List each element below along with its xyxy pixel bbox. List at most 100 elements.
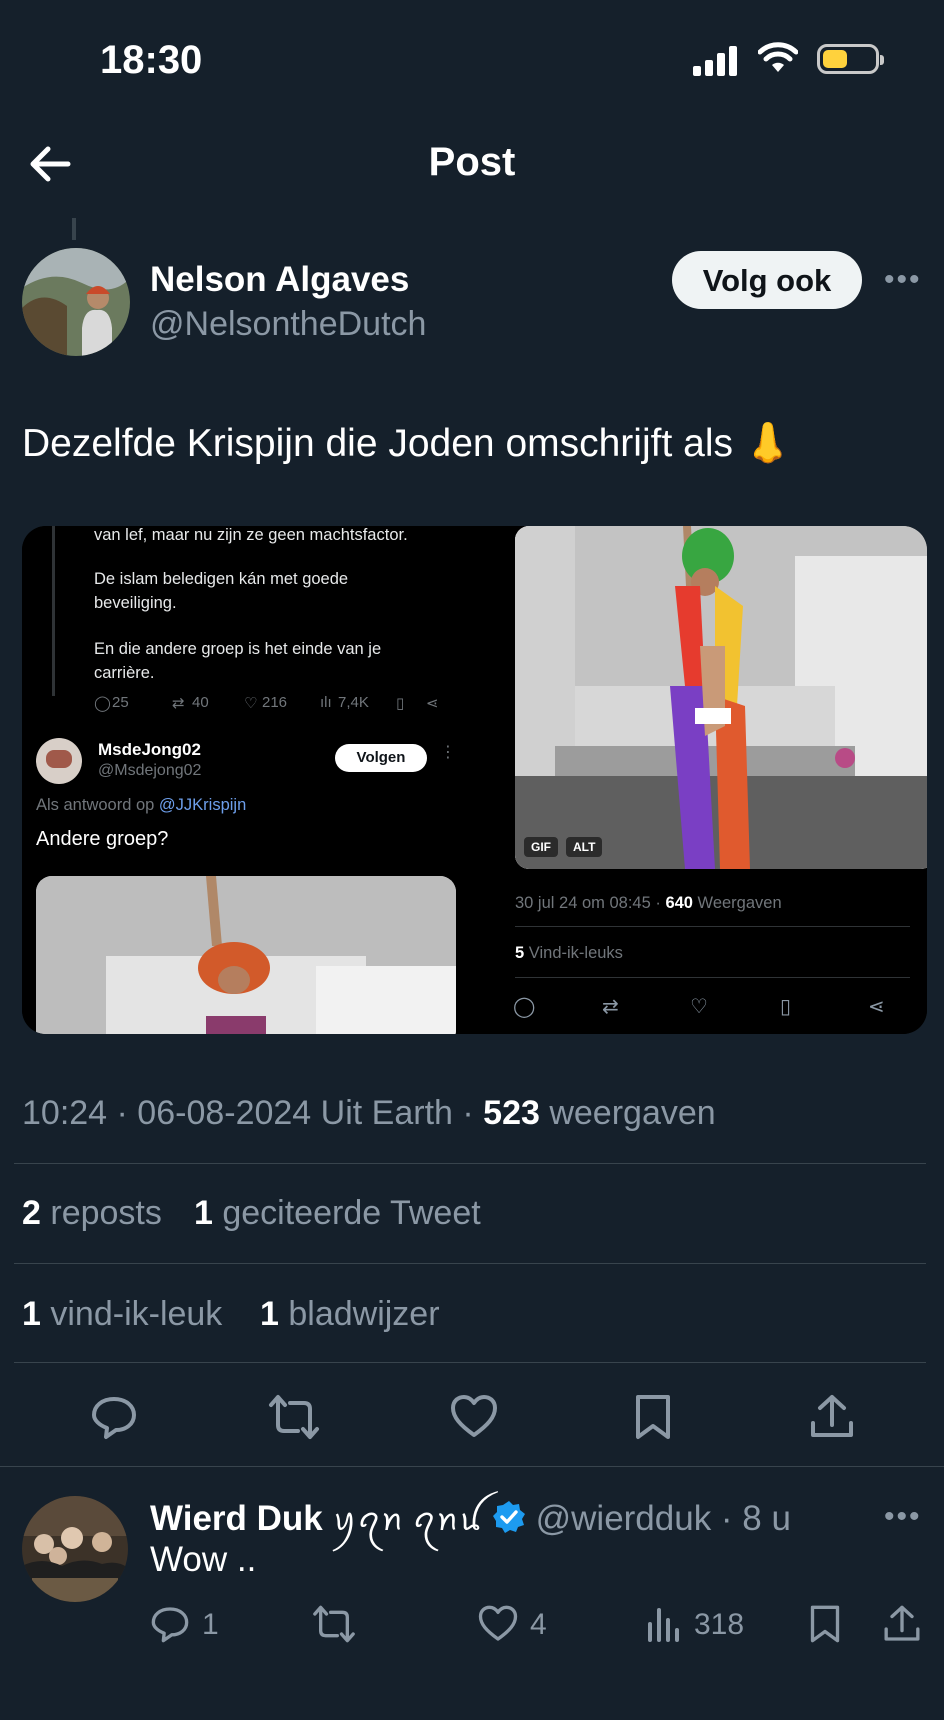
reply-icon[interactable] bbox=[90, 1393, 138, 1441]
stat-views: 7,4K bbox=[338, 694, 369, 711]
repost-icon[interactable] bbox=[268, 1393, 320, 1441]
share-icon[interactable] bbox=[808, 1393, 856, 1441]
media-image-left[interactable]: van lef, maar nu zijn ze geen machtsfact… bbox=[22, 526, 468, 1034]
author-avatar[interactable] bbox=[22, 248, 130, 356]
tweet-meta: 10:24 · 06-08-2024 Uit Earth · 523 weerg… bbox=[22, 1094, 716, 1133]
divider bbox=[0, 1466, 944, 1467]
reposts-label: reposts bbox=[40, 1194, 162, 1232]
reply-text: Andere groep? bbox=[36, 828, 169, 850]
quoted-line-2: De islam beledigen kán met goede bbox=[94, 570, 349, 588]
quoted-stats: ◯ 25 ⇄ 40 ♡ 216 ılı 7,4K ▯ ⋖ bbox=[94, 694, 474, 716]
quoted-views-count: 640 bbox=[665, 894, 693, 912]
reply-name: MsdeJong02 bbox=[98, 740, 201, 759]
reply-like-icon[interactable] bbox=[478, 1604, 518, 1644]
bookmark-icon[interactable] bbox=[633, 1393, 673, 1441]
reply-bookmark-icon[interactable] bbox=[808, 1604, 842, 1644]
stat-reposts: 40 bbox=[192, 694, 209, 711]
quoted-date-line: 30 jul 24 om 08:45 · 640 Weergaven bbox=[515, 894, 782, 913]
bookmarks-count: 1 bbox=[260, 1295, 279, 1333]
likes-label: vind-ik-leuk bbox=[40, 1295, 223, 1333]
reply-text: Wow .. bbox=[150, 1540, 257, 1579]
divider bbox=[14, 1362, 926, 1363]
verified-badge-icon bbox=[492, 1501, 525, 1533]
reply-author-avatar[interactable] bbox=[22, 1496, 128, 1602]
reply-author-handle-time: @wierdduk · 8 u bbox=[535, 1499, 791, 1538]
tweet-timestamp: 10:24 · 06-08-2024 Uit Earth · bbox=[22, 1094, 484, 1132]
quoted-line-5: carrière. bbox=[94, 664, 155, 682]
reply-to-handle: @JJKrispijn bbox=[158, 796, 247, 814]
divider bbox=[14, 1263, 926, 1264]
status-time: 18:30 bbox=[100, 38, 203, 82]
repost-icon: ⇄ bbox=[172, 695, 185, 712]
divider bbox=[14, 1163, 926, 1164]
quoted-line-1: van lef, maar nu zijn ze geen machtsfact… bbox=[94, 526, 408, 544]
reply-like-count: 4 bbox=[530, 1608, 547, 1641]
reply-repost-icon[interactable] bbox=[312, 1604, 356, 1644]
comment-icon: ◯ bbox=[94, 695, 111, 712]
reply-more-options-icon[interactable]: ••• bbox=[884, 1500, 922, 1534]
reply-to-line: Als antwoord op @JJKrispijn bbox=[36, 796, 246, 815]
bookmarks-label: bladwijzer bbox=[278, 1295, 440, 1333]
media-image-right[interactable]: GIF ALT 30 jul 24 om 08:45 · 640 Weergav… bbox=[480, 526, 927, 1034]
engagement-bookmarks[interactable]: 1 bladwijzer bbox=[260, 1295, 440, 1334]
quoted-action-bar: ◯ ⇄ ♡ ▯ ⋖ bbox=[480, 994, 927, 1024]
like-icon-small: ♡ bbox=[690, 996, 708, 1018]
page-title: Post bbox=[428, 140, 516, 184]
author-handle[interactable]: @NelsontheDutch bbox=[150, 305, 426, 344]
stat-likes: 216 bbox=[262, 694, 288, 711]
quoted-line-3: beveiliging. bbox=[94, 594, 177, 612]
views-icon: ılı bbox=[320, 694, 332, 711]
quoted-divider-2 bbox=[515, 977, 910, 978]
alt-badge: ALT bbox=[566, 837, 603, 857]
engagement-likes[interactable]: 1 vind-ik-leuk bbox=[22, 1295, 222, 1334]
gif-thumbnail bbox=[515, 526, 927, 869]
quotes-label: geciteerde Tweet bbox=[212, 1194, 481, 1232]
share-icon: ⋖ bbox=[426, 695, 439, 712]
signal-icon bbox=[693, 46, 739, 76]
engagement-quotes[interactable]: 1 geciteerde Tweet bbox=[194, 1194, 481, 1233]
reply-icon-small: ◯ bbox=[513, 996, 536, 1018]
reply-share-icon[interactable] bbox=[882, 1604, 922, 1644]
reply-gif-thumbnail bbox=[36, 876, 456, 1034]
quoted-likes-count: 5 bbox=[515, 944, 525, 962]
follow-button-small: Volgen bbox=[335, 744, 427, 772]
more-icon-small: ⋮ bbox=[440, 744, 456, 761]
reply-avatar bbox=[36, 738, 82, 784]
reply-author-name-extra: ꪗꪖꪀ ꪖꪀꪊ bbox=[332, 1502, 483, 1537]
bookmark-icon-small: ▯ bbox=[780, 996, 792, 1018]
quoted-likes-label: Vind-ik-leuks bbox=[524, 944, 623, 962]
views-label: weergaven bbox=[539, 1094, 716, 1132]
quoted-views-label: Weergaven bbox=[692, 894, 782, 912]
repost-icon-small: ⇄ bbox=[602, 996, 619, 1018]
media-grid[interactable]: van lef, maar nu zijn ze geen machtsfact… bbox=[22, 526, 927, 1034]
reply-author-name: Wierd Duk bbox=[150, 1499, 323, 1538]
reply-view-count: 318 bbox=[694, 1608, 745, 1641]
more-options-icon[interactable]: ••• bbox=[884, 263, 922, 297]
tweet-text: Dezelfde Krispijn die Joden omschrijft a… bbox=[22, 422, 793, 465]
quoted-date: 30 jul 24 om 08:45 · bbox=[515, 894, 666, 912]
thread-line bbox=[72, 218, 76, 240]
engagement-reposts[interactable]: 2 reposts bbox=[22, 1194, 162, 1233]
reply-reply-icon[interactable] bbox=[150, 1604, 190, 1644]
bookmark-icon: ▯ bbox=[396, 695, 405, 712]
wifi-icon bbox=[758, 42, 798, 72]
like-icon[interactable] bbox=[450, 1393, 498, 1441]
stat-replies: 25 bbox=[112, 694, 129, 711]
reply-views-icon[interactable] bbox=[644, 1604, 684, 1644]
gif-badge: GIF bbox=[524, 837, 558, 857]
follow-button[interactable]: Volg ook bbox=[672, 251, 862, 309]
author-name[interactable]: Nelson Algaves bbox=[150, 260, 409, 300]
quoted-likes-line: 5 Vind-ik-leuks bbox=[515, 944, 623, 963]
quotes-count: 1 bbox=[194, 1194, 213, 1232]
reply-reply-count: 1 bbox=[202, 1608, 219, 1641]
heart-icon: ♡ bbox=[244, 695, 258, 712]
reply-handle: @Msdejong02 bbox=[98, 762, 202, 779]
reposts-count: 2 bbox=[22, 1194, 41, 1232]
views-count: 523 bbox=[483, 1094, 540, 1132]
quoted-line-4: En die andere groep is het einde van je bbox=[94, 640, 382, 658]
quoted-divider-1 bbox=[515, 926, 910, 927]
likes-count: 1 bbox=[22, 1295, 41, 1333]
battery-icon bbox=[817, 44, 884, 74]
reply-to-prefix: Als antwoord op bbox=[36, 796, 159, 814]
share-icon-small: ⋖ bbox=[868, 996, 885, 1018]
